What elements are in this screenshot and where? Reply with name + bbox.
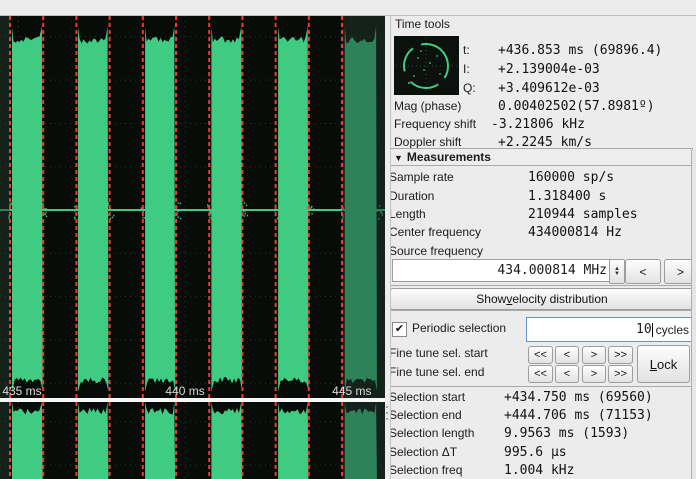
selection-end-value: +444.706 ms (71153) (504, 408, 653, 423)
iq-scope (394, 36, 459, 95)
svg-text:440 ms: 440 ms (165, 384, 204, 398)
fine-start-right-button[interactable]: > (582, 346, 606, 364)
checkbox-check-icon: ✔ (395, 323, 404, 335)
center-frequency-value: 434000814 Hz (528, 225, 622, 240)
length-label: Length (390, 207, 426, 222)
periodic-selection-label: Periodic selection (412, 321, 506, 336)
lock-button-text: ock (657, 357, 677, 372)
fine-start-left-button[interactable]: < (555, 346, 579, 364)
frequency-shift-value: -3.21806 kHz (491, 117, 585, 132)
t-value: +436.853 ms (69896.4) (498, 43, 662, 58)
i-label: I: (463, 62, 470, 76)
velocity-button-text: Show (476, 292, 506, 306)
separator (390, 285, 693, 286)
svg-text:435 ms: 435 ms (2, 384, 41, 398)
cycles-value: 10 (636, 322, 652, 337)
sample-rate-value: 160000 sp/s (528, 170, 614, 185)
svg-text:445 ms: 445 ms (332, 384, 371, 398)
duration-value: 1.318400 s (528, 189, 606, 204)
frequency-shift-label: Frequency shift (394, 117, 476, 132)
show-velocity-distribution-button[interactable]: Show velocity distribution (390, 288, 694, 310)
top-toolbar-strip (0, 0, 696, 16)
spin-down-icon[interactable]: ▼ (614, 272, 620, 277)
cycles-input[interactable]: 10 cycles (526, 317, 696, 342)
selection-delta-t-label: Selection ΔT (390, 445, 457, 460)
splitter-grip-dot (386, 418, 388, 420)
mag-phase-label: Mag (phase) (394, 99, 461, 114)
waveform-plot[interactable]: 435 ms 440 ms 445 ms (0, 0, 385, 479)
fine-end-left-button[interactable]: < (555, 365, 579, 383)
lock-button[interactable]: Lock (637, 345, 690, 383)
frequency-spinner[interactable]: ▲▼ (609, 259, 625, 284)
panel-title: Time tools (395, 17, 450, 32)
selection-freq-label: Selection freq (390, 463, 462, 478)
separator (390, 310, 693, 311)
splitter-grip-dot (386, 412, 388, 414)
q-value: +3.409612e-03 (498, 81, 600, 96)
iq-row-i: I: (463, 62, 470, 77)
selection-start-label: Selection start (390, 390, 465, 405)
measurements-header-label: Measurements (407, 150, 491, 164)
iq-row-q: Q: (463, 81, 476, 96)
fine-tune-end-label: Fine tune sel. end (390, 365, 484, 380)
velocity-button-text: elocity distribution (512, 292, 607, 306)
frequency-prev-button[interactable]: < (625, 259, 661, 284)
collapse-icon[interactable]: ▼ (394, 153, 403, 163)
frequency-input[interactable]: 434.000814 MHz (392, 259, 612, 282)
measurements-section-header[interactable]: ▼ Measurements (390, 148, 693, 166)
selection-end-label: Selection end (390, 408, 462, 423)
time-tools-panel: Time tools t: +436.853 ms (69896.4) I: +… (390, 16, 696, 479)
fine-tune-start-label: Fine tune sel. start (390, 346, 488, 361)
separator (390, 386, 693, 387)
sample-rate-label: Sample rate (390, 170, 454, 185)
text-cursor (652, 323, 653, 337)
fine-end-big-left-button[interactable]: << (528, 365, 553, 383)
q-label: Q: (463, 81, 476, 95)
selection-length-value: 9.9563 ms (1593) (504, 426, 629, 441)
length-value: 210944 samples (528, 207, 638, 222)
app-window: 435 ms 440 ms 445 ms Time tools t: +436.85… (0, 0, 696, 479)
lock-button-accel: L (650, 357, 657, 372)
iq-scope-plot (394, 36, 459, 95)
mag-phase-value: 0.00402502(57.8981º) (498, 99, 655, 114)
fine-start-big-left-button[interactable]: << (528, 346, 553, 364)
cycles-suffix: cycles (656, 323, 689, 337)
t-label: t: (463, 43, 470, 57)
scrollbar[interactable] (691, 150, 696, 479)
fine-start-big-right-button[interactable]: >> (608, 346, 633, 364)
periodic-selection-checkbox[interactable]: ✔ (392, 322, 407, 337)
center-frequency-label: Center frequency (390, 225, 481, 240)
source-frequency-label: Source frequency (390, 244, 483, 259)
selection-delta-t-value: 995.6 µs (504, 445, 567, 460)
fine-end-right-button[interactable]: > (582, 365, 606, 383)
splitter-grip-dot (386, 406, 388, 408)
selection-start-value: +434.750 ms (69560) (504, 390, 653, 405)
selection-length-label: Selection length (390, 426, 474, 441)
duration-label: Duration (390, 189, 434, 204)
frequency-input-value: 434.000814 MHz (497, 263, 607, 278)
i-value: +2.139004e-03 (498, 62, 600, 77)
fine-end-big-right-button[interactable]: >> (608, 365, 633, 383)
selection-freq-value: 1.004 kHz (504, 463, 574, 478)
iq-row-t: t: (463, 43, 470, 58)
